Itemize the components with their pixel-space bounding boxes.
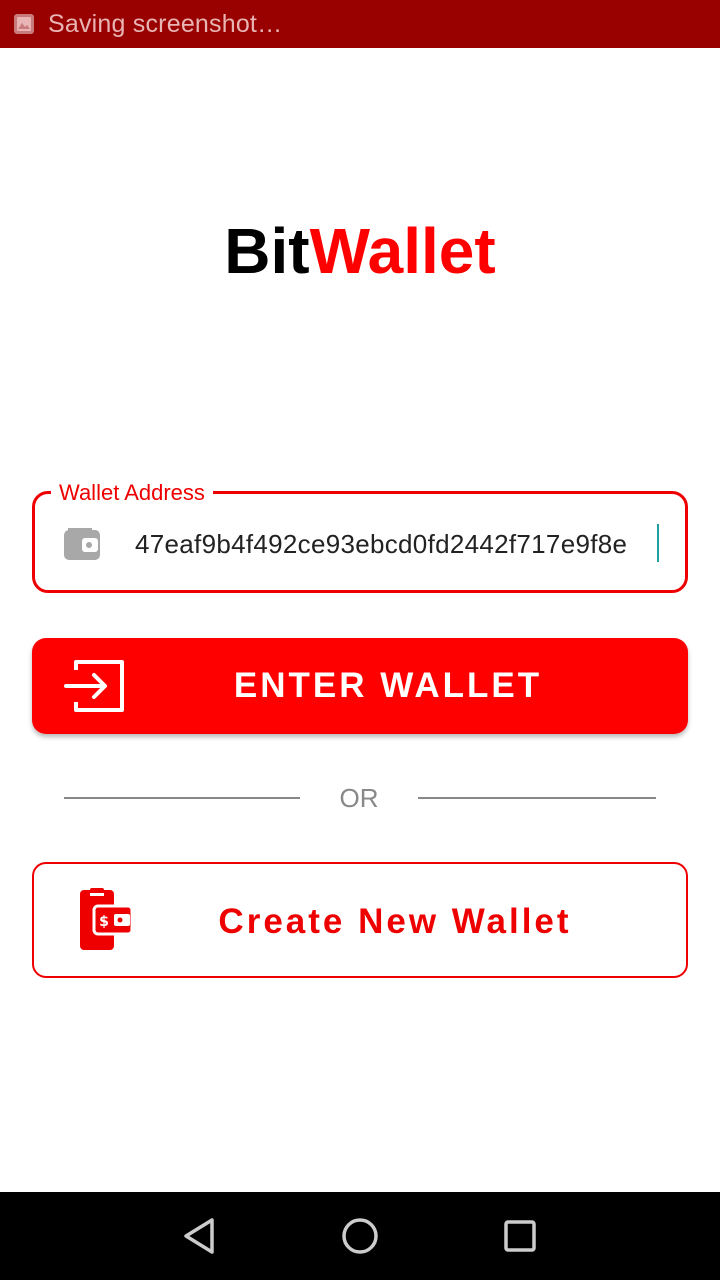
logo-wallet: Wallet bbox=[309, 215, 496, 287]
wallet-address-input[interactable]: 47eaf9b4f492ce93ebcd0fd2442f717e9f8e bbox=[135, 527, 666, 561]
mobile-wallet-icon: $ bbox=[78, 888, 134, 952]
create-new-wallet-button[interactable]: $ Create New Wallet bbox=[32, 862, 688, 978]
create-new-wallet-label: Create New Wallet bbox=[218, 902, 572, 941]
logo-bit: Bit bbox=[224, 215, 310, 287]
enter-wallet-button[interactable]: ENTER WALLET bbox=[32, 638, 688, 734]
enter-wallet-label: ENTER WALLET bbox=[233, 666, 543, 705]
svg-text:$: $ bbox=[99, 914, 109, 930]
wallet-address-label: Wallet Address bbox=[51, 480, 213, 506]
login-icon bbox=[64, 658, 124, 714]
status-bar: Saving screenshot… bbox=[0, 0, 720, 48]
app-logo: BitWallet bbox=[0, 212, 720, 290]
text-cursor bbox=[657, 524, 659, 562]
divider-left bbox=[64, 797, 300, 799]
wallet-icon bbox=[62, 524, 102, 562]
image-icon bbox=[12, 12, 36, 36]
recents-square-icon[interactable] bbox=[498, 1214, 542, 1258]
status-text: Saving screenshot… bbox=[48, 9, 283, 38]
divider-right bbox=[418, 797, 656, 799]
back-triangle-icon[interactable] bbox=[178, 1214, 222, 1258]
home-circle-icon[interactable] bbox=[338, 1214, 382, 1258]
wallet-address-field[interactable]: Wallet Address 47eaf9b4f492ce93ebcd0fd24… bbox=[32, 480, 688, 593]
navigation-bar bbox=[0, 1192, 720, 1280]
or-divider-text: OR bbox=[339, 783, 379, 813]
